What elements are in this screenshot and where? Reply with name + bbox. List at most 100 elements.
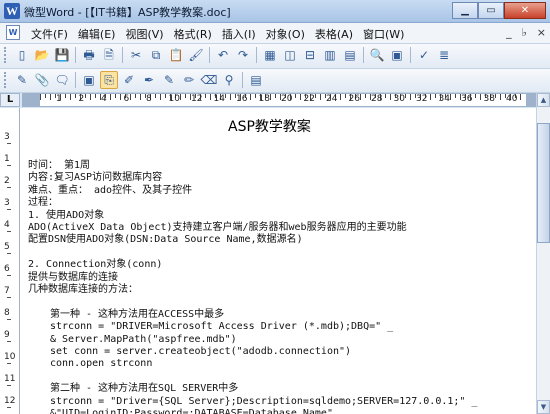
ruler-tick	[95, 94, 96, 98]
redo-icon[interactable]: ↷	[234, 46, 252, 64]
delete-rows-icon[interactable]: ▥	[321, 46, 339, 64]
zoom-icon[interactable]: ▣	[388, 46, 406, 64]
ruler-label: 38	[483, 94, 495, 104]
horizontal-ruler[interactable]: 1 2 4 6 8 10 12 14 16 18 20 22 24 26 28 30 32 34 36 38 40	[22, 93, 540, 107]
menu-item-1[interactable]: 编辑(E)	[73, 26, 121, 42]
ruler-label: 1	[56, 94, 62, 104]
vruler-tick	[7, 341, 11, 342]
cut-icon[interactable]: ✂	[127, 46, 145, 64]
ruler-tick	[50, 94, 51, 100]
ruler-tick	[450, 94, 451, 100]
doc-minimize-button[interactable]: _	[506, 26, 512, 39]
format-painter-icon[interactable]: 🖌	[187, 46, 205, 64]
ruler-tick	[85, 94, 86, 98]
scroll-thumb[interactable]	[537, 123, 550, 243]
document-line: 第一种 - 这种方法用在ACCESS中最多	[50, 308, 225, 320]
erase-icon[interactable]: ⌫	[200, 71, 218, 89]
print-icon[interactable]: 🖶	[80, 46, 98, 64]
document-icon[interactable]: W	[6, 25, 20, 40]
vruler-label: 10	[4, 352, 16, 362]
menu-item-6[interactable]: 表格(A)	[310, 26, 358, 42]
ruler-tick	[255, 94, 256, 98]
copy-icon[interactable]: ⧉	[147, 46, 165, 64]
open-folder-icon[interactable]: 📂	[33, 46, 51, 64]
save-icon[interactable]: 💾	[53, 46, 71, 64]
document-area[interactable]: ASP教学教案 时间： 第1周 内容:复习ASP访问数据库内容 难点、重点： ado…	[20, 108, 536, 414]
ruler-tick	[405, 94, 406, 98]
insert-table-icon[interactable]: ▦	[261, 46, 279, 64]
word-count-icon[interactable]: ≣	[435, 46, 453, 64]
vruler-label: 8	[4, 308, 10, 318]
vertical-scrollbar[interactable]: ▲ ▼	[536, 93, 550, 414]
vruler-label: 2	[4, 176, 10, 186]
new-document-icon[interactable]: ▯	[13, 46, 31, 64]
ruler-label: 6	[123, 94, 130, 104]
ruler-tick	[480, 94, 481, 100]
tab-stop-selector[interactable]: L	[0, 93, 20, 107]
vruler-tick	[7, 407, 11, 408]
find-icon[interactable]: 🔍	[368, 46, 386, 64]
menu-item-3[interactable]: 格式(R)	[169, 26, 217, 42]
bookmark-icon[interactable]: ✒	[140, 71, 158, 89]
ruler-tick	[270, 94, 271, 100]
title-bar[interactable]: W 微型Word - [【IT书籍】ASP教学教案.doc] ▁ ▭ ✕	[0, 0, 550, 23]
ruler-tick	[250, 94, 251, 100]
ruler-tick	[155, 94, 156, 98]
ruler-tick	[140, 94, 141, 100]
word-app-icon[interactable]: W	[4, 3, 20, 19]
attach-icon[interactable]: 📎	[33, 71, 51, 89]
toolbar-separator	[122, 47, 123, 63]
highlight-icon[interactable]: ✐	[120, 71, 138, 89]
toolbar-grip[interactable]	[4, 47, 9, 63]
ruler-tick	[120, 94, 121, 100]
pen-icon[interactable]: ✏	[180, 71, 198, 89]
menu-item-2[interactable]: 视图(V)	[120, 26, 168, 42]
highlight-pen-icon[interactable]: ✎	[160, 71, 178, 89]
ruler-tick	[160, 94, 161, 100]
ruler-tick	[40, 94, 41, 100]
ruler-label: 2	[78, 94, 85, 104]
menu-item-5[interactable]: 对象(O)	[261, 26, 310, 42]
comment-icon[interactable]: 🗨	[53, 71, 71, 89]
maximize-button[interactable]: ▭	[478, 2, 504, 19]
vruler-tick	[7, 187, 11, 188]
document-map-icon[interactable]: ▤	[247, 71, 265, 89]
scroll-down-button[interactable]: ▼	[537, 400, 550, 414]
vruler-label: 1	[4, 154, 10, 164]
insert-rows-icon[interactable]: ⊟	[301, 46, 319, 64]
ruler-tick	[75, 94, 76, 98]
undo-icon[interactable]: ↶	[214, 46, 232, 64]
print-preview-icon[interactable]: 🗎	[100, 46, 118, 64]
insert-columns-icon[interactable]: ◫	[281, 46, 299, 64]
document-line: 配置DSN使用ADO对象(DSN:Data Source Name,数据源名)	[28, 234, 303, 246]
paste-special-icon[interactable]: ⎘	[100, 71, 118, 89]
ruler-tick	[135, 94, 136, 98]
ruler-tick	[230, 94, 231, 100]
close-button[interactable]: ✕	[504, 2, 546, 19]
doc-restore-button[interactable]: ♭	[522, 26, 527, 39]
document-line: 难点、重点： ado控件、及其子控件	[28, 184, 193, 196]
link-icon[interactable]: ⚲	[220, 71, 238, 89]
vruler-label: 5	[4, 242, 10, 252]
doc-close-button[interactable]: ×	[537, 26, 546, 39]
document-line: &"UID=LoginID;Password=;DATABASE=Databas…	[50, 408, 333, 414]
delete-columns-icon[interactable]: ▤	[341, 46, 359, 64]
menu-item-0[interactable]: 文件(F)	[26, 26, 73, 42]
ruler-tick	[435, 94, 436, 98]
scroll-up-button[interactable]: ▲	[537, 93, 550, 107]
spellcheck-icon[interactable]: ✓	[415, 46, 433, 64]
toolbar-grip[interactable]	[4, 72, 9, 88]
paste-icon[interactable]: 📋	[167, 46, 185, 64]
menu-item-4[interactable]: 插入(I)	[217, 26, 261, 42]
vertical-ruler[interactable]: 312345678910111213	[0, 108, 20, 414]
edit-icon[interactable]: ✎	[13, 71, 31, 89]
ruler-label: 18	[258, 94, 270, 104]
document-line: 第二种 - 这种方法用在SQL SERVER中多	[50, 383, 239, 395]
vruler-label: 9	[4, 330, 10, 340]
vruler-tick	[7, 209, 11, 210]
document-line: strconn = "Driver={SQL Server};Descripti…	[50, 395, 478, 407]
insert-object-icon[interactable]: ▣	[80, 71, 98, 89]
menu-item-7[interactable]: 窗口(W)	[358, 26, 409, 42]
ruler-tick	[130, 94, 131, 100]
minimize-button[interactable]: ▁	[452, 2, 478, 19]
